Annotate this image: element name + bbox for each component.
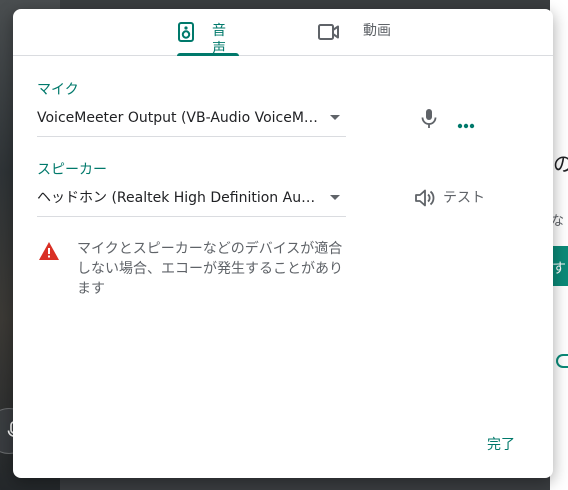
speaker-select[interactable]: ヘッドホン (Realtek High Definition Audi...	[37, 184, 346, 217]
tab-bar: 音声 動画	[13, 9, 553, 57]
background-heading-fragment: の	[553, 152, 568, 176]
speaker-section-label: スピーカー	[37, 162, 107, 178]
tab-video-label: 動画	[363, 23, 391, 39]
microphone-select[interactable]: VoiceMeeter Output (VB-Audio VoiceMe...	[37, 104, 346, 137]
mic-icon	[421, 109, 437, 128]
active-tab-indicator	[177, 53, 239, 56]
echo-warning-text: マイクとスピーカーなどのデバイスが適合しない場合、エコーが発生することがあります	[77, 241, 343, 297]
speaker-test-label: テスト	[443, 190, 485, 206]
more-horizontal-icon	[457, 123, 475, 129]
speaker-selected-value: ヘッドホン (Realtek High Definition Audi...	[37, 190, 322, 206]
microphone-section-label: マイク	[37, 82, 79, 98]
background-button-fragment: す	[552, 261, 566, 277]
warning-icon	[39, 242, 59, 260]
tab-video[interactable]: 動画	[318, 9, 398, 55]
tab-audio[interactable]: 音声	[177, 9, 239, 57]
chevron-down-icon	[330, 115, 340, 120]
microphone-selected-value: VoiceMeeter Output (VB-Audio VoiceMe...	[37, 110, 322, 126]
settings-dialog: 音声 動画 マイク VoiceMeeter Output (VB-Audio V…	[13, 9, 553, 478]
background-phone-icon	[556, 354, 568, 368]
chevron-down-icon	[330, 195, 340, 200]
videocam-icon	[318, 24, 339, 40]
mic-level-indicator	[420, 107, 438, 133]
speaker-icon	[178, 22, 194, 42]
done-button[interactable]: 完了	[479, 431, 523, 459]
volume-icon	[415, 189, 435, 207]
more-options-button[interactable]	[457, 114, 475, 133]
